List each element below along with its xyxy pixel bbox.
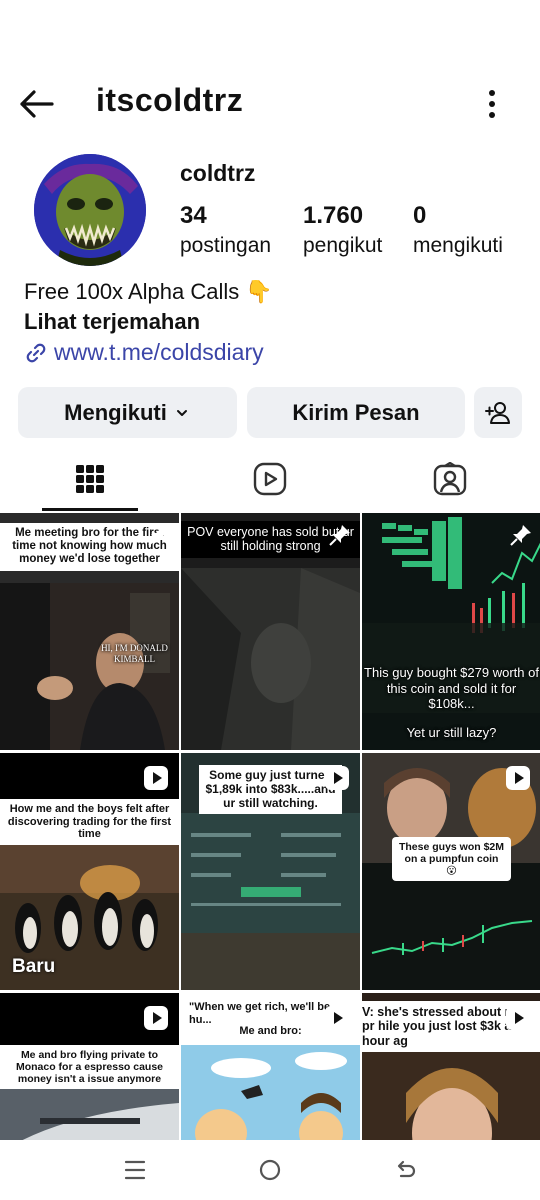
posts-label: postingan bbox=[180, 234, 272, 257]
reel-icon bbox=[506, 1006, 530, 1030]
bio-text: Free 100x Alpha Calls 👇 bbox=[24, 279, 273, 304]
more-options-button[interactable] bbox=[478, 84, 506, 124]
profile-link-text: www.t.me/coldsdiary bbox=[54, 339, 264, 365]
pin-icon bbox=[329, 525, 350, 546]
following-button-label: Mengikuti bbox=[64, 399, 167, 425]
new-badge: Baru bbox=[12, 956, 56, 977]
post-caption: Me and bro flying private to Monaco for … bbox=[0, 1045, 179, 1090]
stat-following[interactable]: 0 mengikuti bbox=[413, 202, 503, 258]
avatar[interactable] bbox=[34, 154, 146, 266]
home-button[interactable] bbox=[252, 1154, 288, 1186]
followers-count: 1.760 bbox=[303, 202, 364, 229]
following-button[interactable]: Mengikuti bbox=[18, 387, 237, 438]
posts-count: 34 bbox=[180, 202, 207, 229]
active-tab-indicator bbox=[42, 508, 138, 511]
post-tile[interactable]: Some guy just turned $1,89k into $83k...… bbox=[181, 753, 360, 990]
post-thumbnail bbox=[362, 513, 540, 750]
post-caption: Some guy just turned $1,89k into $83k...… bbox=[199, 765, 342, 815]
post-caption: This guy bought $279 worth of this coin … bbox=[364, 665, 539, 712]
post-tile[interactable]: This guy bought $279 worth of this coin … bbox=[362, 513, 540, 750]
tagged-icon bbox=[433, 462, 467, 496]
profile-tabs bbox=[0, 446, 540, 512]
reel-icon bbox=[325, 1006, 349, 1030]
following-count: 0 bbox=[413, 202, 427, 229]
send-message-label: Kirim Pesan bbox=[292, 399, 420, 425]
reel-icon bbox=[144, 766, 168, 790]
chevron-down-icon bbox=[176, 409, 187, 416]
add-person-icon bbox=[485, 401, 510, 424]
tab-reels[interactable] bbox=[180, 446, 360, 512]
posts-grid: Me meeting bro for the first time not kn… bbox=[0, 513, 540, 1140]
stat-posts[interactable]: 34 postingan bbox=[180, 202, 271, 258]
link-icon bbox=[26, 343, 46, 362]
post-tile[interactable]: These guys won $2M on a pumpfun coin 😮 bbox=[362, 753, 540, 990]
home-icon bbox=[259, 1159, 281, 1181]
display-name: coldtrz bbox=[180, 160, 256, 186]
profile-username: itscoldtrz bbox=[96, 82, 244, 118]
back-nav-button[interactable] bbox=[387, 1154, 423, 1186]
post-tile[interactable]: Me meeting bro for the first time not kn… bbox=[0, 513, 179, 750]
recent-apps-icon bbox=[124, 1160, 146, 1180]
arrow-left-icon bbox=[20, 90, 54, 118]
post-tile[interactable]: How me and the boys felt after discoveri… bbox=[0, 753, 179, 990]
post-tile[interactable]: "When we get rich, we'll be hu... Me and… bbox=[181, 993, 360, 1140]
post-tile[interactable]: Me and bro flying private to Monaco for … bbox=[0, 993, 179, 1140]
tab-tagged[interactable] bbox=[360, 446, 540, 512]
post-subtitle: HI, I'M DONALD KIMBALL bbox=[101, 643, 168, 664]
following-label: mengikuti bbox=[413, 234, 503, 257]
grid-icon bbox=[76, 465, 104, 493]
back-button[interactable] bbox=[16, 84, 56, 124]
post-caption-secondary: Yet ur still lazy? bbox=[406, 725, 497, 740]
reel-icon bbox=[144, 1006, 168, 1030]
profile-header: itscoldtrz bbox=[0, 78, 540, 128]
reel-icon bbox=[325, 766, 349, 790]
back-icon bbox=[397, 1160, 416, 1178]
recent-apps-button[interactable] bbox=[117, 1154, 153, 1186]
stat-followers[interactable]: 1.760 pengikut bbox=[303, 202, 382, 258]
profile-link[interactable]: www.t.me/coldsdiary bbox=[24, 339, 264, 366]
more-vertical-icon bbox=[489, 90, 495, 118]
followers-label: pengikut bbox=[303, 234, 383, 257]
pin-icon bbox=[510, 525, 531, 546]
see-translation-link[interactable]: Lihat terjemahan bbox=[24, 309, 200, 335]
post-tile[interactable]: V: she's stressed about m... pr hile you… bbox=[362, 993, 540, 1140]
send-message-button[interactable]: Kirim Pesan bbox=[247, 387, 465, 438]
reels-icon bbox=[253, 462, 287, 496]
post-tile[interactable]: POV everyone has sold but ur still holdi… bbox=[181, 513, 360, 750]
system-navigation-bar bbox=[0, 1140, 540, 1200]
reel-icon bbox=[506, 766, 530, 790]
skull-avatar-image bbox=[34, 154, 146, 266]
suggest-people-button[interactable] bbox=[474, 387, 522, 438]
post-caption: These guys won $2M on a pumpfun coin 😮 bbox=[392, 837, 511, 882]
tab-posts-grid[interactable] bbox=[0, 446, 180, 512]
post-caption: How me and the boys felt after discoveri… bbox=[0, 799, 179, 845]
pin-icon bbox=[148, 525, 169, 546]
